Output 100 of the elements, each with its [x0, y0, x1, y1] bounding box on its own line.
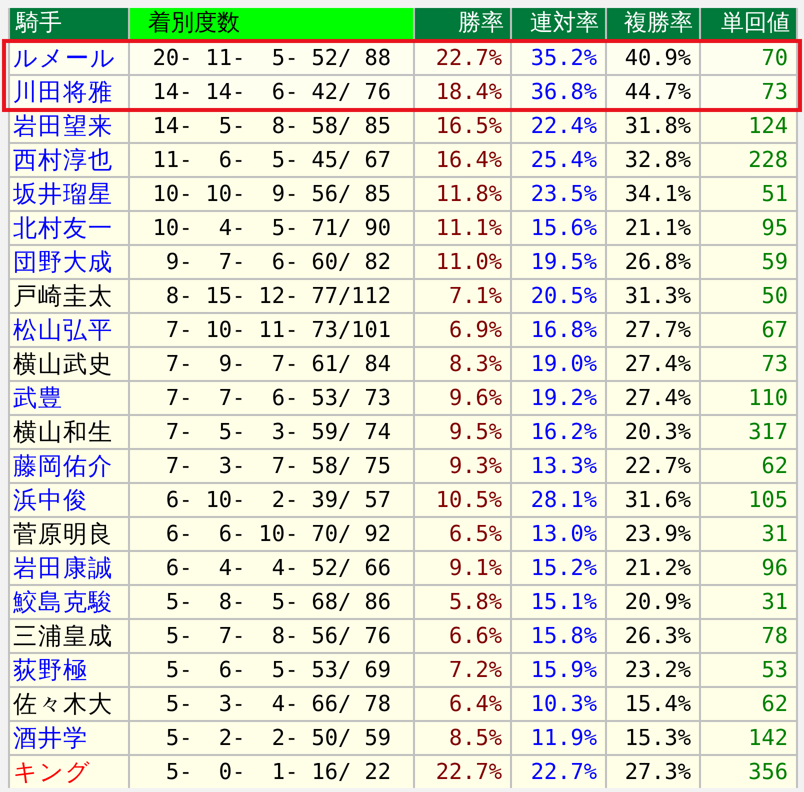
jockey-name: 浜中俊: [13, 485, 88, 516]
table-cell: 96: [762, 556, 788, 580]
table-cell: 25.4%: [530, 148, 597, 172]
jockey-name: 鮫島克駿: [13, 587, 113, 618]
table-cell: 124: [748, 114, 788, 138]
jockey-name: 佐々木大: [13, 689, 113, 720]
table-cell: 15.9%: [530, 658, 597, 682]
table-cell: 7- 3- 7- 58/ 75: [166, 454, 391, 478]
table-cell: 27.4%: [624, 386, 691, 410]
table-cell: 22.7%: [436, 760, 502, 784]
table-cell: 7- 10- 11- 73/101: [166, 318, 391, 342]
table-cell: 9.5%: [449, 420, 502, 444]
table-cell: 31: [762, 522, 788, 546]
jockey-name: 西村淳也: [13, 145, 113, 176]
table-cell: 78: [762, 624, 788, 648]
table-cell: 21.1%: [624, 216, 691, 240]
table-cell: 317: [748, 420, 788, 444]
table-cell: 27.3%: [624, 760, 691, 784]
table-cell: 14- 5- 8- 58/ 85: [152, 114, 391, 138]
table-cell: 35.2%: [530, 46, 597, 70]
jockey-name: 団野大成: [13, 247, 113, 278]
table-cell: 19.0%: [530, 352, 597, 376]
table-cell: 70: [762, 46, 788, 70]
table-cell: 11- 6- 5- 45/ 67: [152, 148, 391, 172]
table-cell: 10- 4- 5- 71/ 90: [152, 216, 391, 240]
table-cell: 20.3%: [624, 420, 691, 444]
table-cell: 22.7%: [624, 454, 691, 478]
table-cell: 26.8%: [624, 250, 691, 274]
table-cell: 142: [748, 726, 788, 750]
table-cell: 62: [762, 692, 788, 716]
table-cell: 5- 3- 4- 66/ 78: [166, 692, 391, 716]
table-cell: 16.2%: [530, 420, 597, 444]
table-cell: 40.9%: [624, 46, 691, 70]
table-cell: 356: [748, 760, 788, 784]
table-cell: 73: [762, 352, 788, 376]
jockey-name: ルメール: [13, 43, 116, 74]
table-cell: 11.9%: [530, 726, 597, 750]
table-cell: 10.5%: [436, 488, 502, 512]
table-cell: 7.1%: [449, 284, 502, 308]
jockey-name: 藤岡佑介: [13, 451, 113, 482]
table-cell: 20- 11- 5- 52/ 88: [152, 46, 391, 70]
table-cell: 73: [762, 80, 788, 104]
table-cell: 9.1%: [449, 556, 502, 580]
jockey-name: 三浦皇成: [13, 621, 113, 652]
table-cell: 23.2%: [624, 658, 691, 682]
table-cell: 8- 15- 12- 77/112: [166, 284, 391, 308]
table-cell: 15.1%: [530, 590, 597, 614]
table-cell: 26.3%: [624, 624, 691, 648]
column-header: 勝率: [415, 8, 510, 42]
table-cell: 11.8%: [436, 182, 502, 206]
table-cell: 6.6%: [449, 624, 502, 648]
table-cell: 6- 6- 10- 70/ 92: [166, 522, 391, 546]
table-cell: 36.8%: [530, 80, 597, 104]
table-cell: 110: [748, 386, 788, 410]
table-cell: 15.6%: [530, 216, 597, 240]
table-cell: 22.7%: [436, 46, 502, 70]
table-cell: 228: [748, 148, 788, 172]
table-cell: 7.2%: [449, 658, 502, 682]
table-cell: 5- 8- 5- 68/ 86: [166, 590, 391, 614]
table-cell: 9.3%: [449, 454, 502, 478]
table-cell: 10- 10- 9- 56/ 85: [152, 182, 391, 206]
table-cell: 6.5%: [449, 522, 502, 546]
table-cell: 8.5%: [449, 726, 502, 750]
table-cell: 20.9%: [624, 590, 691, 614]
table-cell: 51: [762, 182, 788, 206]
table-cell: 15.3%: [624, 726, 691, 750]
jockey-name: 北村友一: [13, 213, 113, 244]
table-cell: 22.7%: [530, 760, 597, 784]
table-cell: 31: [762, 590, 788, 614]
table-cell: 53: [762, 658, 788, 682]
table-cell: 19.2%: [530, 386, 597, 410]
table-cell: 18.4%: [436, 80, 502, 104]
table-cell: 23.9%: [624, 522, 691, 546]
jockey-name: 川田将雅: [13, 77, 113, 108]
column-header: 単回値: [701, 8, 796, 42]
jockey-name: 酒井学: [13, 723, 88, 754]
table-cell: 31.3%: [624, 284, 691, 308]
table-cell: 28.1%: [530, 488, 597, 512]
table-cell: 50: [762, 284, 788, 308]
jockey-name: 岩田望来: [13, 111, 113, 142]
table-cell: 5- 7- 8- 56/ 76: [166, 624, 391, 648]
table-cell: 20.5%: [530, 284, 597, 308]
table-cell: 22.4%: [530, 114, 597, 138]
table-cell: 23.5%: [530, 182, 597, 206]
table-cell: 15.4%: [624, 692, 691, 716]
table-cell: 62: [762, 454, 788, 478]
table-cell: 27.4%: [624, 352, 691, 376]
jockey-name: キング: [13, 757, 91, 788]
table-cell: 95: [762, 216, 788, 240]
table-cell: 5.8%: [449, 590, 502, 614]
table-cell: 6- 10- 2- 39/ 57: [166, 488, 391, 512]
table-cell: 21.2%: [624, 556, 691, 580]
table-cell: 5- 6- 5- 53/ 69: [166, 658, 391, 682]
table-cell: 5- 2- 2- 50/ 59: [166, 726, 391, 750]
jockey-name: 横山武史: [13, 349, 113, 380]
table-cell: 14- 14- 6- 42/ 76: [152, 80, 391, 104]
table-cell: 11.0%: [436, 250, 502, 274]
table-cell: 15.8%: [530, 624, 597, 648]
table-cell: 105: [748, 488, 788, 512]
table-cell: 10.3%: [530, 692, 597, 716]
